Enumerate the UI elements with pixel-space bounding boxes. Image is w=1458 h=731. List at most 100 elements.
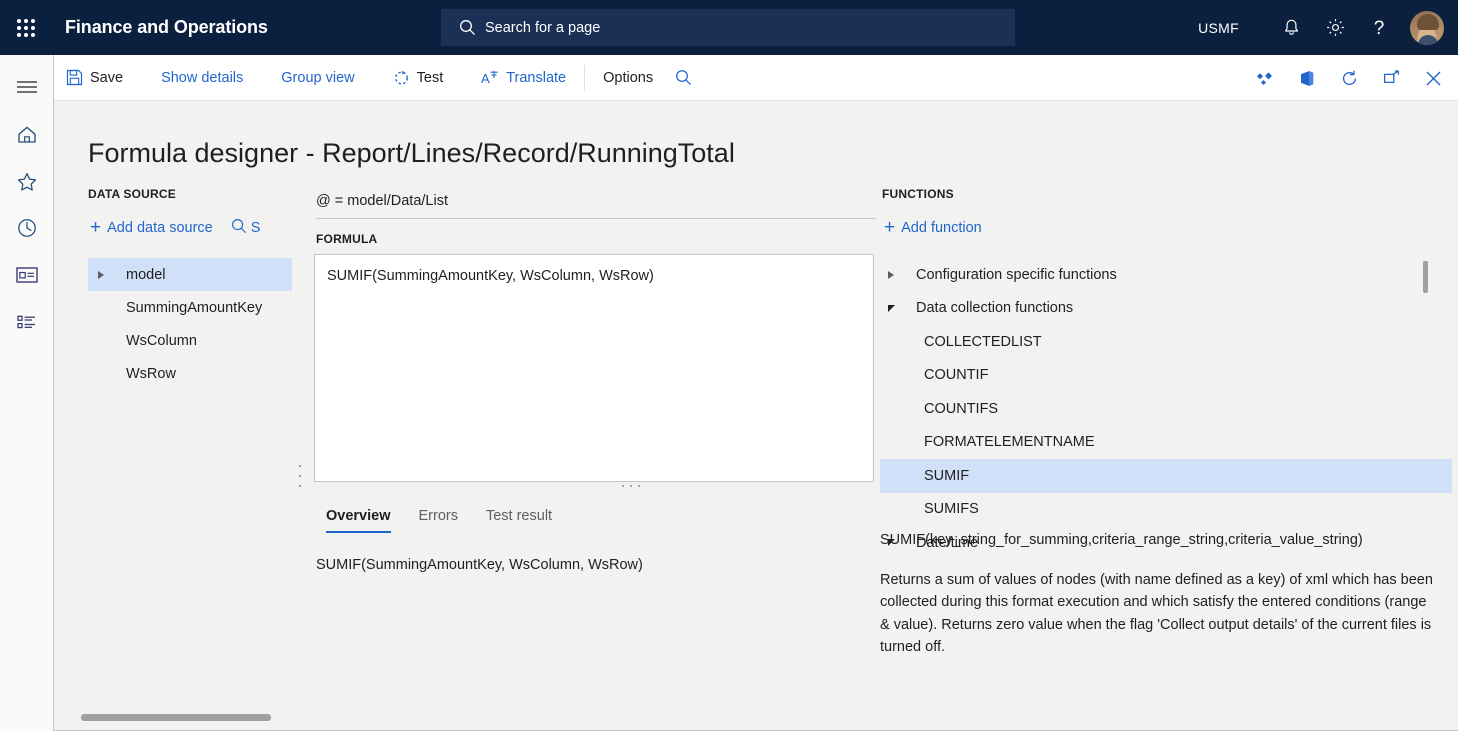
workspace-icon[interactable] bbox=[0, 252, 54, 298]
left-nav-rail bbox=[0, 55, 54, 731]
functions-tree: Configuration specific functions Data co… bbox=[880, 258, 1452, 560]
application-window: Finance and Operations Search for a page… bbox=[0, 0, 1458, 731]
bell-icon[interactable] bbox=[1269, 0, 1313, 55]
data-source-search-label: S bbox=[250, 220, 261, 236]
data-source-search-button[interactable]: S bbox=[231, 218, 263, 238]
function-item-countifs[interactable]: COUNTIFS bbox=[880, 392, 1452, 426]
svg-text:?: ? bbox=[1374, 18, 1385, 39]
gear-icon[interactable] bbox=[1313, 0, 1357, 55]
toolbar-right-group bbox=[1244, 55, 1454, 101]
data-source-actions: + Add data source S bbox=[84, 216, 263, 240]
header-right-group: USMF ? bbox=[1198, 0, 1458, 55]
close-icon[interactable] bbox=[1412, 55, 1454, 101]
add-function-label: Add function bbox=[901, 220, 982, 236]
chevron-right-icon[interactable] bbox=[98, 270, 126, 279]
function-item-sumif[interactable]: SUMIF bbox=[880, 459, 1452, 493]
tree-item-label: model bbox=[126, 266, 166, 283]
translate-label: Translate bbox=[506, 69, 567, 86]
function-group-label: Data collection functions bbox=[916, 300, 1074, 317]
function-group-configuration-specific[interactable]: Configuration specific functions bbox=[880, 258, 1452, 292]
dynamics-diamond-icon[interactable] bbox=[1244, 55, 1286, 101]
show-details-button[interactable]: Show details bbox=[149, 55, 255, 101]
function-group-data-collection[interactable]: Data collection functions bbox=[880, 292, 1452, 326]
test-button[interactable]: Test bbox=[381, 55, 456, 101]
function-signature: SUMIF(key_string_for_summing,criteria_ra… bbox=[880, 532, 1363, 548]
add-data-source-label: Add data source bbox=[107, 220, 213, 236]
tree-item-summingamountkey[interactable]: SummingAmountKey bbox=[88, 291, 292, 324]
function-item-label: COLLECTEDLIST bbox=[924, 333, 1042, 350]
command-toolbar: Save Show details Group view Test A Tran… bbox=[54, 55, 1458, 101]
translate-button[interactable]: A Translate bbox=[469, 55, 578, 101]
group-view-button[interactable]: Group view bbox=[269, 55, 366, 101]
tab-overview[interactable]: Overview bbox=[312, 502, 405, 533]
functions-scrollbar-track[interactable] bbox=[1423, 258, 1429, 538]
svg-text:A: A bbox=[481, 71, 490, 86]
group-view-label: Group view bbox=[281, 69, 355, 86]
function-item-label: FORMATELEMENTNAME bbox=[924, 434, 1095, 451]
clock-icon[interactable] bbox=[0, 205, 54, 251]
function-item-countif[interactable]: COUNTIF bbox=[880, 359, 1452, 393]
function-group-label: Configuration specific functions bbox=[916, 266, 1117, 283]
overview-content: SUMIF(SummingAmountKey, WsColumn, WsRow) bbox=[316, 557, 643, 573]
hamburger-menu-icon[interactable] bbox=[0, 64, 54, 110]
result-tabs: Overview Errors Test result bbox=[312, 502, 566, 533]
popout-icon[interactable] bbox=[1370, 55, 1412, 101]
function-item-label: COUNTIF bbox=[924, 367, 989, 384]
tree-item-wsrow[interactable]: WsRow bbox=[88, 357, 292, 390]
tree-item-wscolumn[interactable]: WsColumn bbox=[88, 324, 292, 357]
binding-path-line: @ = model/Data/List bbox=[316, 193, 876, 219]
toolbar-search-icon[interactable] bbox=[665, 55, 702, 101]
home-icon[interactable] bbox=[0, 111, 54, 157]
show-details-label: Show details bbox=[161, 69, 244, 86]
global-search-box[interactable]: Search for a page bbox=[441, 9, 1015, 46]
main-content: Formula designer - Report/Lines/Record/R… bbox=[54, 101, 1458, 731]
tab-label: Errors bbox=[418, 508, 458, 524]
functions-section-label: FUNCTIONS bbox=[882, 187, 954, 201]
tree-item-label: WsColumn bbox=[126, 332, 197, 349]
chevron-right-icon[interactable] bbox=[888, 270, 916, 279]
horizontal-splitter-handle[interactable] bbox=[622, 483, 640, 488]
tab-label: Overview bbox=[326, 508, 391, 524]
company-label[interactable]: USMF bbox=[1198, 20, 1239, 36]
tab-label: Test result bbox=[485, 508, 553, 524]
formula-section-label: FORMULA bbox=[316, 232, 378, 246]
star-icon[interactable] bbox=[0, 158, 54, 204]
refresh-dotted-icon bbox=[393, 69, 410, 86]
app-launcher-icon[interactable] bbox=[0, 0, 52, 55]
functions-actions: + Add function bbox=[878, 216, 988, 240]
function-item-sumifs[interactable]: SUMIFS bbox=[880, 493, 1452, 527]
function-item-collectedlist[interactable]: COLLECTEDLIST bbox=[880, 325, 1452, 359]
refresh-icon[interactable] bbox=[1328, 55, 1370, 101]
function-description-body: Returns a sum of values of nodes (with n… bbox=[880, 572, 1433, 655]
list-icon[interactable] bbox=[0, 299, 54, 345]
question-mark-icon[interactable]: ? bbox=[1357, 0, 1401, 55]
save-label: Save bbox=[90, 69, 124, 86]
formula-editor[interactable] bbox=[314, 254, 874, 482]
save-icon bbox=[66, 69, 83, 86]
add-data-source-button[interactable]: + Add data source bbox=[84, 216, 219, 240]
search-icon bbox=[459, 19, 476, 36]
translate-icon: A bbox=[481, 69, 499, 86]
save-button[interactable]: Save bbox=[54, 55, 135, 101]
functions-scrollbar-thumb[interactable] bbox=[1423, 261, 1428, 293]
page-title: Formula designer - Report/Lines/Record/R… bbox=[88, 138, 735, 168]
data-source-section-label: DATA SOURCE bbox=[88, 187, 176, 201]
top-header-bar: Finance and Operations Search for a page… bbox=[0, 0, 1458, 55]
options-label: Options bbox=[603, 69, 654, 86]
plus-icon: + bbox=[90, 217, 102, 238]
vertical-splitter-handle[interactable] bbox=[296, 465, 304, 487]
function-item-label: SUMIFS bbox=[924, 501, 979, 518]
office-icon[interactable] bbox=[1286, 55, 1328, 101]
tree-item-model[interactable]: model bbox=[88, 258, 292, 291]
search-icon bbox=[231, 218, 247, 238]
add-function-button[interactable]: + Add function bbox=[878, 216, 988, 240]
tab-test-result[interactable]: Test result bbox=[472, 502, 566, 533]
test-label: Test bbox=[416, 69, 444, 86]
horizontal-scrollbar-thumb[interactable] bbox=[81, 714, 271, 721]
app-title: Finance and Operations bbox=[65, 17, 268, 37]
tab-errors[interactable]: Errors bbox=[405, 502, 472, 533]
options-button[interactable]: Options bbox=[591, 55, 665, 101]
function-item-formatelementname[interactable]: FORMATELEMENTNAME bbox=[880, 426, 1452, 460]
avatar[interactable] bbox=[1409, 9, 1445, 46]
chevron-down-icon[interactable] bbox=[888, 304, 916, 312]
